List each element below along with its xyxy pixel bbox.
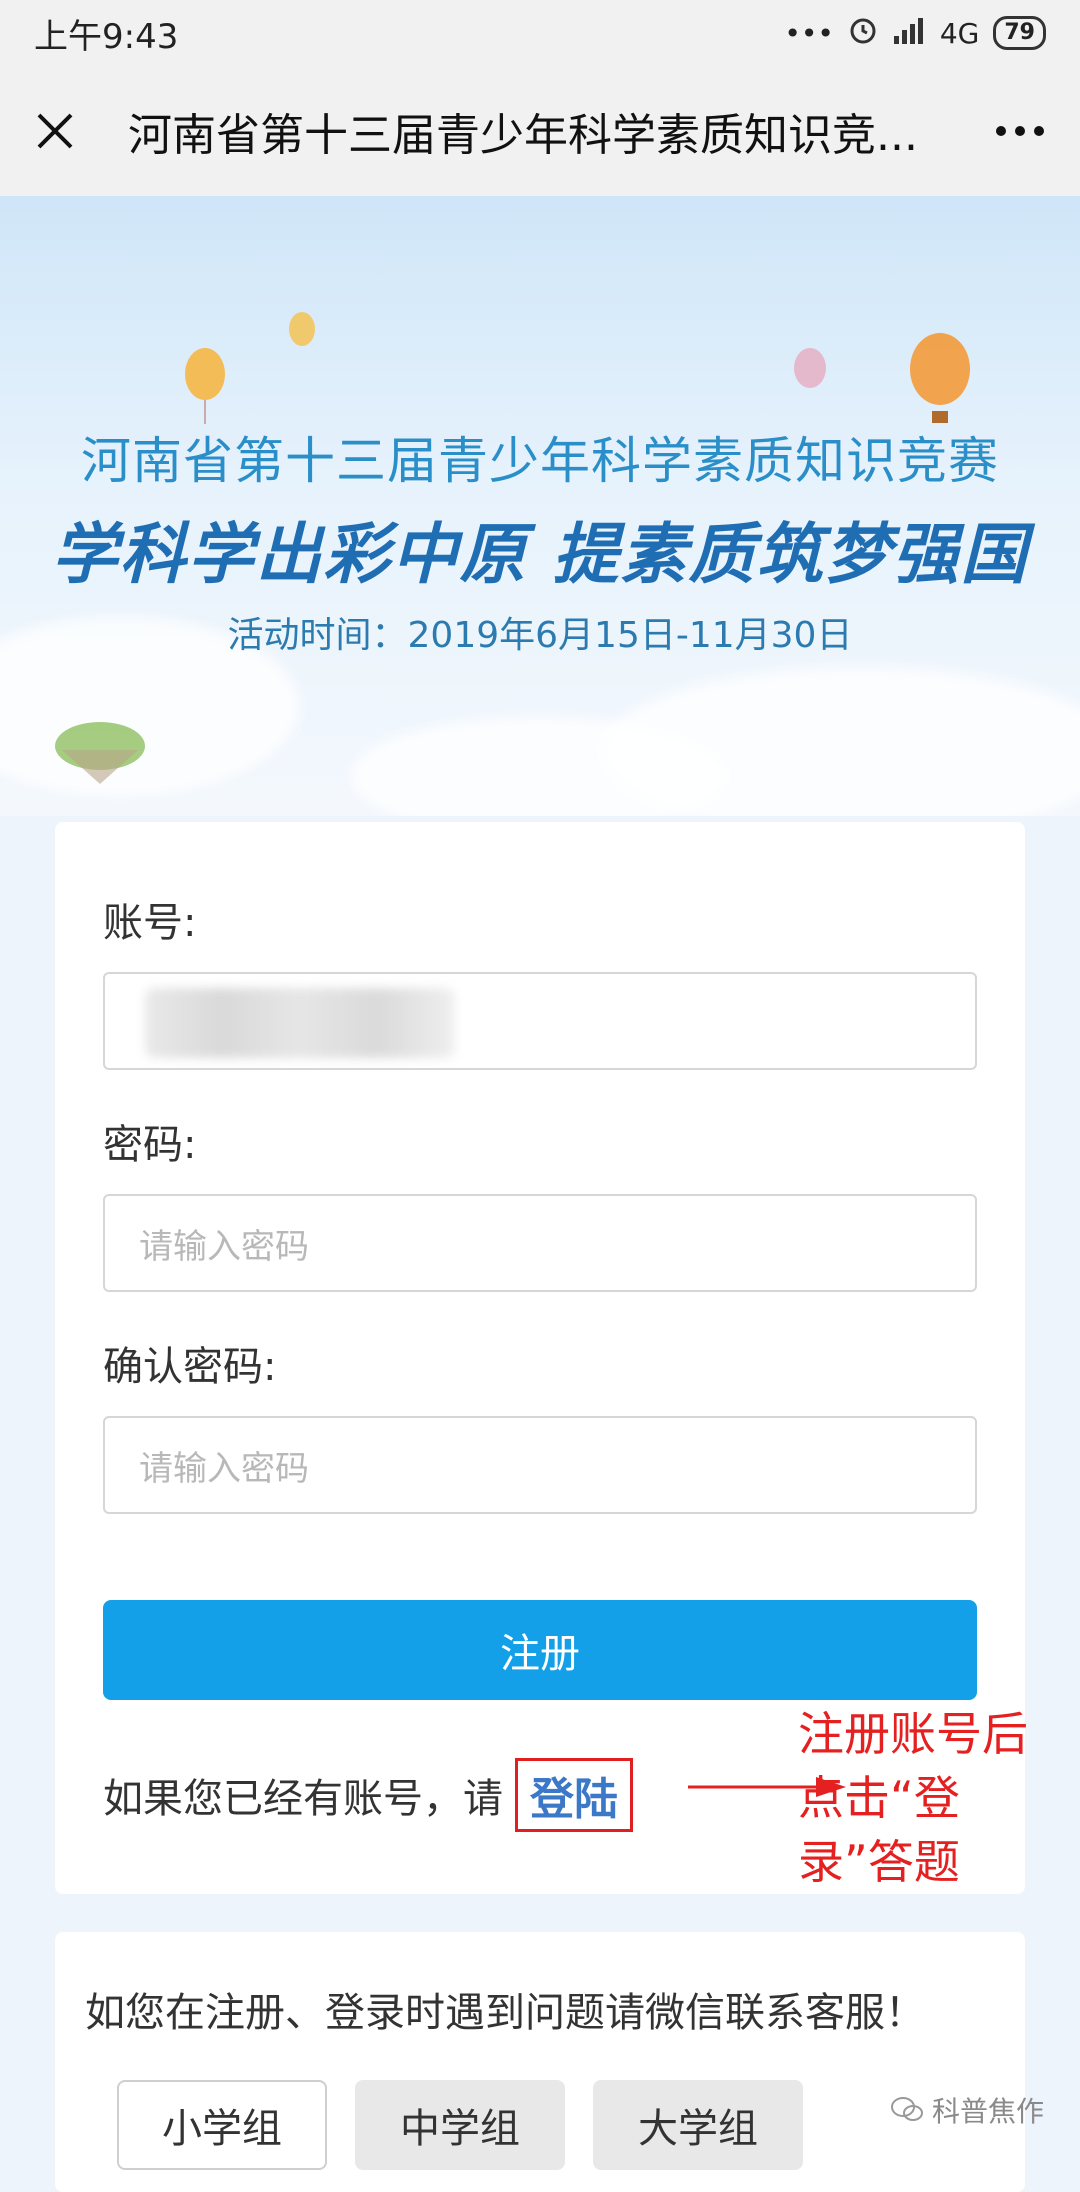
hero-banner: 河南省第十三届青少年科学素质知识竞赛 学科学出彩中原 提素质筑梦强国 活动时间：… [0, 196, 1080, 816]
status-bar: 上午9:43 ••• 4G 79 [0, 0, 1080, 66]
tab-primary-school[interactable]: 小学组 [117, 2080, 327, 2170]
status-time: 上午9:43 [34, 16, 179, 57]
more-options-icon[interactable] [990, 106, 1050, 156]
register-form: 账号: 密码: 请输入密码 确认密码: 请输入密码 注册 如果您已经有账号，请 … [55, 822, 1028, 1894]
watermark-text: 科普焦作 [931, 2095, 1044, 2128]
annotation-text: 注册账号后点击“登录”答题 [798, 1707, 1028, 1889]
hero-title: 河南省第十三届青少年科学素质知识竞赛 [81, 432, 999, 490]
balloon-icon [289, 312, 315, 346]
more-dots-icon: ••• [784, 16, 834, 50]
login-link[interactable]: 登陆 [515, 1758, 633, 1832]
hero-slogan: 学科学出彩中原 提素质筑梦强国 [51, 516, 1029, 593]
signal-icon [892, 16, 926, 51]
status-icons: ••• 4G 79 [784, 15, 1046, 52]
password-placeholder: 请输入密码 [139, 1226, 309, 1267]
password-input[interactable]: 请输入密码 [103, 1194, 977, 1292]
confirm-password-input[interactable]: 请输入密码 [103, 1416, 977, 1514]
register-button[interactable]: 注册 [103, 1600, 977, 1700]
floating-island-icon [55, 722, 145, 784]
group-tabs: 小学组 中学组 大学组 [117, 2080, 803, 2170]
confirm-password-placeholder: 请输入密码 [139, 1448, 309, 1489]
page-title: 河南省第十三届青少年科学素质知识竞... [128, 110, 918, 161]
event-date: 活动时间：2019年6月15日-11月30日 [227, 615, 853, 656]
close-icon[interactable] [30, 106, 80, 156]
blurred-account-value [145, 988, 455, 1058]
network-type: 4G [939, 16, 980, 50]
account-label: 账号: [103, 900, 197, 946]
battery-icon: 79 [993, 16, 1046, 50]
balloon-icon [185, 348, 225, 424]
balloon-icon [794, 348, 826, 388]
account-input[interactable] [103, 972, 977, 1070]
tab-university[interactable]: 大学组 [593, 2080, 803, 2170]
wechat-icon [890, 2097, 923, 2121]
confirm-password-label: 确认密码: [103, 1344, 277, 1390]
login-prompt: 如果您已经有账号，请 [103, 1776, 503, 1822]
tab-middle-school[interactable]: 中学组 [355, 2080, 565, 2170]
alarm-icon [848, 15, 878, 52]
login-prompt-row: 如果您已经有账号，请 登陆 [103, 1758, 633, 1832]
help-text: 如您在注册、登录时遇到问题请微信联系客服！ [85, 1990, 925, 2036]
watermark: 科普焦作 [890, 2090, 1044, 2130]
help-card: 如您在注册、登录时遇到问题请微信联系客服！ 小学组 中学组 大学组 [55, 1932, 1025, 2192]
title-bar: 河南省第十三届青少年科学素质知识竞... [0, 66, 1080, 196]
password-label: 密码: [103, 1122, 197, 1168]
balloon-icon [910, 333, 970, 423]
